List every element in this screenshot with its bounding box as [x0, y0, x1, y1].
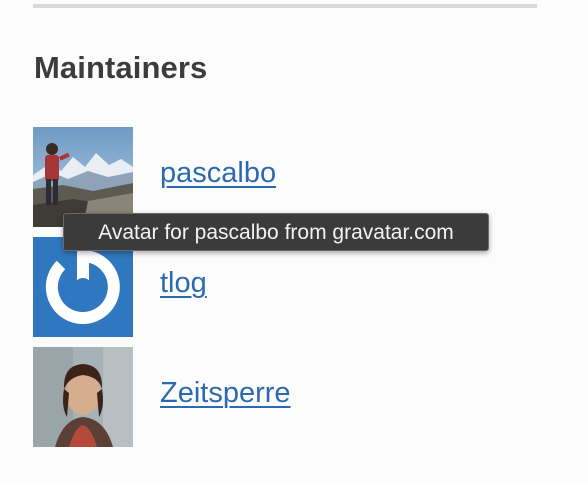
section-heading: Maintainers — [34, 50, 208, 85]
gravatar-logo-avatar — [33, 237, 133, 337]
maintainers-panel: Maintainers pascalbo tlog Zeitsperre Ava… — [0, 0, 588, 482]
portrait-photo-avatar — [33, 347, 133, 447]
maintainer-item-zeitsperre: Zeitsperre — [33, 347, 503, 447]
maintainer-link-pascalbo[interactable]: pascalbo — [160, 157, 276, 190]
avatar-tlog[interactable] — [33, 237, 133, 337]
avatar-zeitsperre[interactable] — [33, 347, 133, 447]
avatar-pascalbo[interactable] — [33, 127, 133, 227]
maintainer-link-tlog[interactable]: tlog — [160, 267, 207, 300]
maintainer-item-tlog: tlog — [33, 237, 503, 337]
mountain-photo-avatar — [33, 127, 133, 227]
maintainer-item-pascalbo: pascalbo — [33, 127, 503, 227]
section-divider — [33, 4, 537, 8]
avatar-tooltip: Avatar for pascalbo from gravatar.com — [63, 213, 489, 251]
maintainer-link-zeitsperre[interactable]: Zeitsperre — [160, 377, 291, 410]
